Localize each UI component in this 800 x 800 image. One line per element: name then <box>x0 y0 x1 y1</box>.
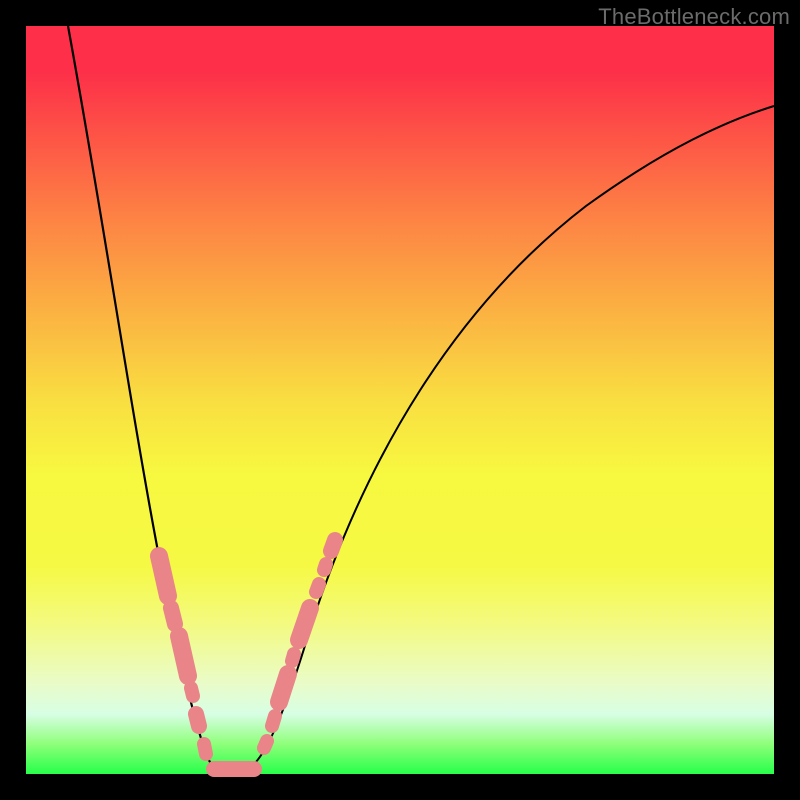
marker-pill <box>299 608 310 640</box>
marker-pill <box>316 584 319 592</box>
marker-pill <box>196 714 199 726</box>
marker-pill <box>331 540 335 551</box>
marker-pill <box>204 744 206 754</box>
marker-pill <box>324 564 326 570</box>
marker-pill <box>171 608 175 624</box>
marker-pill <box>292 654 294 661</box>
marker-pill <box>179 636 188 676</box>
curve-left-arm <box>68 26 224 771</box>
curve-right-arm <box>244 106 774 771</box>
marker-pill <box>272 716 275 726</box>
marker-pill <box>264 741 267 748</box>
curve-group <box>68 26 774 771</box>
marker-pill <box>279 674 288 702</box>
marker-pill <box>191 688 193 696</box>
marker-pill <box>159 556 168 596</box>
marker-group <box>159 540 335 769</box>
chart-svg <box>26 26 774 774</box>
